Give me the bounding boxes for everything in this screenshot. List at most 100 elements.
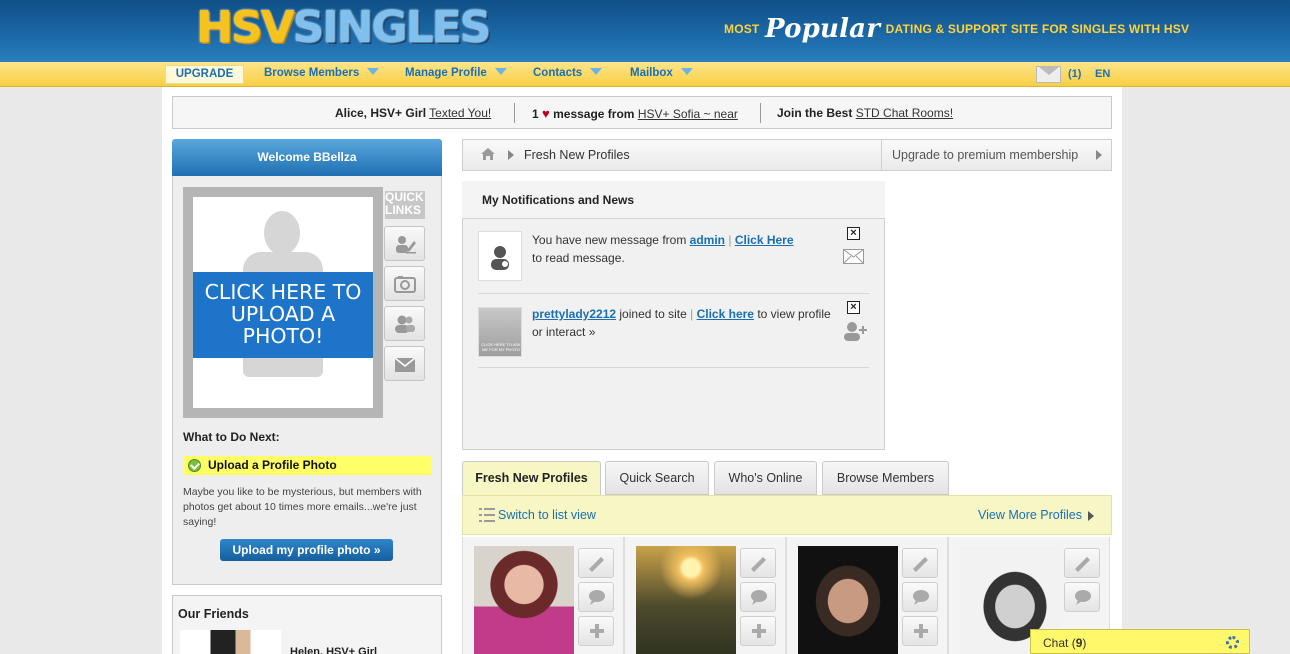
mail-count[interactable]: (1) <box>1068 68 1081 80</box>
nav-label: Mailbox <box>630 67 673 79</box>
nav-browse-members[interactable]: Browse Members <box>264 67 380 79</box>
friend-photo[interactable] <box>180 630 281 654</box>
divider: | <box>690 307 694 321</box>
quick-links-title: QUICK LINKS <box>385 190 425 219</box>
message-button[interactable] <box>1064 582 1100 612</box>
chat-bubble-icon <box>1075 590 1091 605</box>
close-icon[interactable]: × <box>847 301 860 314</box>
click-here-link[interactable]: Click here <box>697 307 754 321</box>
language-selector[interactable]: EN <box>1095 68 1110 80</box>
task-description: Maybe you like to be mysterious, but mem… <box>183 486 422 528</box>
pen-icon <box>751 557 766 572</box>
tab-quick-search[interactable]: Quick Search <box>605 461 709 495</box>
nav-mailbox[interactable]: Mailbox <box>630 67 693 79</box>
plus-icon <box>914 624 928 638</box>
switch-list-view-link[interactable]: Switch to list view <box>498 508 596 522</box>
upload-photo-cta[interactable]: CLICK HERE TO UPLOAD A PHOTO! <box>193 272 373 358</box>
silhouette-head <box>264 211 300 255</box>
close-icon[interactable]: × <box>847 227 860 240</box>
divider <box>478 367 869 368</box>
upgrade-premium-link[interactable]: Upgrade to premium membership <box>881 140 1111 170</box>
notice-message: 1 ♥ message from HSV+ Sofia ~ near <box>532 106 738 121</box>
tagline-suffix: DATING & SUPPORT SITE FOR SINGLES WITH H… <box>885 22 1190 36</box>
profile-photo[interactable] <box>798 546 898 654</box>
notif-text-after: to read message. <box>532 251 625 265</box>
tab-fresh-new-profiles[interactable]: Fresh New Profiles <box>462 461 601 497</box>
quick-link-photos[interactable] <box>384 266 425 301</box>
message-sender-link[interactable]: HSV+ Sofia ~ near <box>638 107 738 121</box>
site-header: HSVSINGLES MOST Popular DATING & SUPPORT… <box>0 0 1290 62</box>
chat-rooms-link[interactable]: STD Chat Rooms! <box>856 106 953 120</box>
quick-link-mail[interactable] <box>384 346 425 381</box>
users-icon <box>395 315 415 333</box>
chat-bubble-icon <box>751 590 767 605</box>
divider <box>514 103 515 123</box>
quick-link-edit-profile[interactable] <box>384 226 425 261</box>
mail-icon <box>394 357 416 372</box>
nav-label: Manage Profile <box>405 67 487 79</box>
chat-bar[interactable]: Chat (9) <box>1030 629 1250 654</box>
notice-chat: Join the Best STD Chat Rooms! <box>777 106 953 120</box>
notification-message: You have new message from admin | Click … <box>532 231 832 267</box>
wink-button[interactable] <box>1064 548 1100 578</box>
home-icon[interactable] <box>480 147 496 161</box>
add-button[interactable] <box>740 616 776 646</box>
edit-profile-icon <box>396 236 416 254</box>
view-more-profiles-link[interactable]: View More Profiles <box>978 508 1094 522</box>
add-button[interactable] <box>578 616 614 646</box>
nav-upgrade[interactable]: UPGRADE <box>165 65 244 84</box>
chevron-down-icon <box>494 68 507 75</box>
envelope-icon[interactable] <box>843 249 864 264</box>
texted-you-link[interactable]: Texted You! <box>429 106 491 120</box>
admin-avatar <box>478 231 522 281</box>
notifications-title: My Notifications and News <box>462 181 885 219</box>
user-icon <box>491 246 509 270</box>
profile-photo[interactable] <box>474 546 574 654</box>
message-button[interactable] <box>902 582 938 612</box>
main-nav: UPGRADE Browse Members Manage Profile Co… <box>0 62 1290 87</box>
add-button[interactable] <box>902 616 938 646</box>
message-from: message from <box>553 107 635 121</box>
message-button[interactable] <box>740 582 776 612</box>
tagline-prefix: MOST <box>724 22 760 36</box>
task-upload-photo[interactable]: Upload a Profile Photo <box>183 456 431 475</box>
gear-icon[interactable] <box>1226 636 1239 649</box>
nav-contacts[interactable]: Contacts <box>533 67 603 79</box>
admin-link[interactable]: admin <box>690 233 725 247</box>
quick-link-contacts[interactable] <box>384 306 425 341</box>
envelope-icon[interactable] <box>1036 66 1061 83</box>
click-here-link[interactable]: Click Here <box>735 233 794 247</box>
wink-button[interactable] <box>902 548 938 578</box>
prettylady-avatar[interactable]: CLICK HERE TO ASK ME FOR MY PHOTO <box>478 307 522 357</box>
chevron-right-icon <box>508 150 514 160</box>
what-next-title: What to Do Next: <box>183 430 280 444</box>
tab-whos-online[interactable]: Who's Online <box>714 461 817 495</box>
friend-name[interactable]: Helen, HSV+ Girl <box>290 646 377 654</box>
chevron-down-icon <box>367 68 380 75</box>
wink-button[interactable] <box>578 548 614 578</box>
chat-count: 9 <box>1075 636 1083 650</box>
message-button[interactable] <box>578 582 614 612</box>
upload-photo-button[interactable]: Upload my profile photo » <box>220 539 393 561</box>
plus-icon <box>752 624 766 638</box>
logo-singles: SINGLES <box>292 2 492 53</box>
tab-browse-members[interactable]: Browse Members <box>822 461 949 495</box>
profile-photo[interactable] <box>636 546 736 654</box>
chat-bubble-icon <box>913 590 929 605</box>
divider <box>478 293 869 294</box>
plus-icon <box>590 624 604 638</box>
add-user-icon[interactable] <box>843 321 869 341</box>
site-logo[interactable]: HSVSINGLES <box>196 2 492 54</box>
notification-join: prettylady2212 joined to site | Click he… <box>532 305 832 341</box>
avatar-caption: CLICK HERE TO ASK ME FOR MY PHOTO <box>481 342 521 352</box>
heart-icon: ♥ <box>542 106 550 121</box>
notice-texted: Alice, HSV+ Girl Texted You! <box>335 106 491 120</box>
divider <box>760 103 761 123</box>
breadcrumb-current: Fresh New Profiles <box>524 148 630 162</box>
nav-manage-profile[interactable]: Manage Profile <box>405 67 507 79</box>
tagline-popular: Popular <box>765 14 881 44</box>
task-label: Upload a Profile Photo <box>208 458 337 472</box>
list-icon[interactable] <box>479 507 495 523</box>
wink-button[interactable] <box>740 548 776 578</box>
prettylady-link[interactable]: prettylady2212 <box>532 307 616 321</box>
